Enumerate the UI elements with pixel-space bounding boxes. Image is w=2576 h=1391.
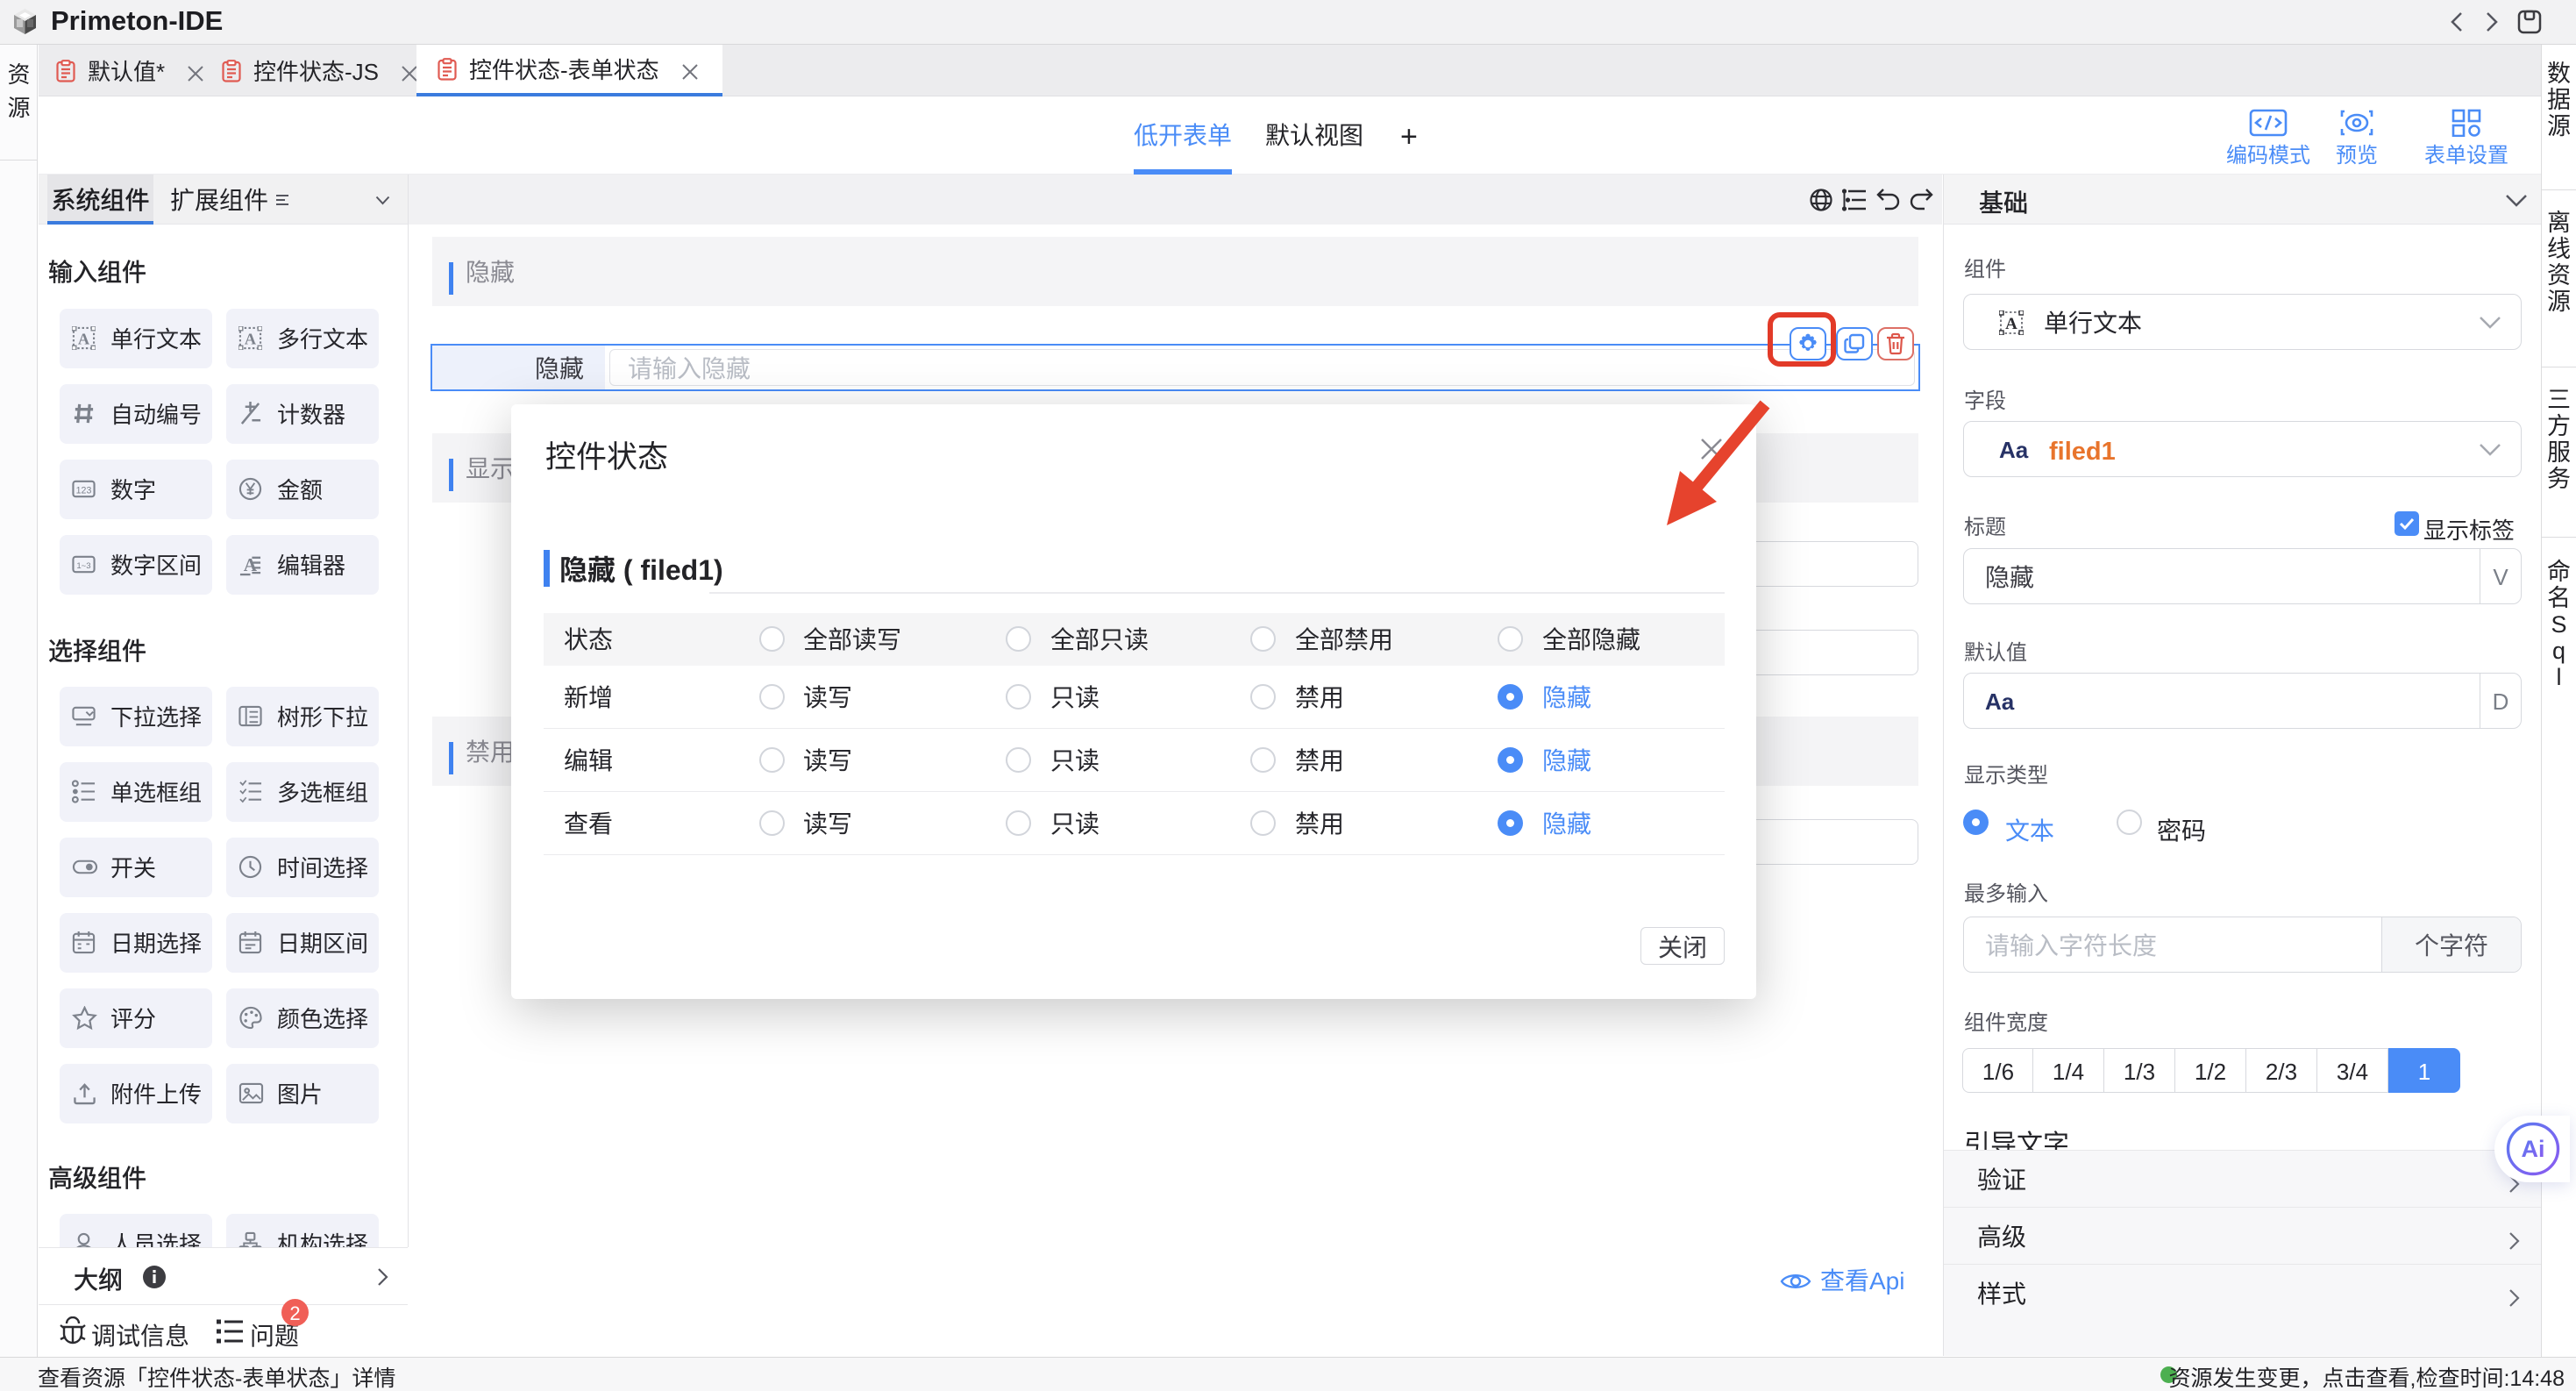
svg-text:A: A [245, 330, 257, 347]
svg-text:1~3: 1~3 [76, 561, 90, 571]
svg-text:A: A [2005, 315, 2017, 333]
svg-text:123: 123 [76, 485, 92, 496]
svg-text:Ai: Ai [2522, 1136, 2545, 1162]
svg-text:A: A [78, 330, 90, 347]
